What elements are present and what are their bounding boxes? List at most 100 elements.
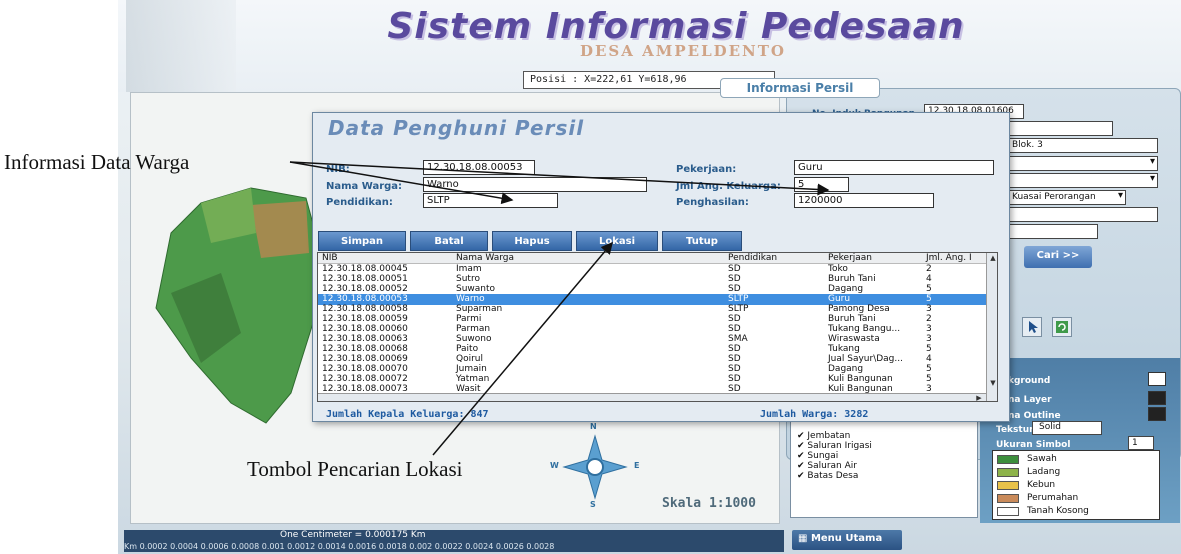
layer-item-label: Jembatan bbox=[807, 431, 851, 441]
compass-east: E bbox=[634, 461, 640, 470]
map-scale-label: Skala 1:1000 bbox=[662, 496, 756, 511]
check-icon[interactable]: ✔ bbox=[797, 461, 807, 471]
compass-south: S bbox=[590, 500, 596, 509]
layer-item[interactable]: ✔ Saluran Air bbox=[797, 461, 857, 471]
dialog-title: Data Penghuni Persil bbox=[328, 116, 585, 140]
layer-color-label: na Layer bbox=[1008, 395, 1052, 405]
map-region[interactable] bbox=[201, 188, 256, 243]
symbol-label: Ladang bbox=[1027, 467, 1061, 477]
symbol-swatch bbox=[997, 468, 1019, 477]
nib-field[interactable]: 12.30.18.08.00053 bbox=[423, 160, 535, 175]
table-header-cell[interactable]: Pekerjaan bbox=[828, 253, 872, 263]
layer-item[interactable]: ✔ Sungai bbox=[797, 451, 838, 461]
symbol-item[interactable]: Perumahan bbox=[997, 493, 1157, 504]
layer-color-swatch[interactable] bbox=[1148, 391, 1166, 405]
check-icon[interactable]: ✔ bbox=[797, 431, 807, 441]
layer-list[interactable]: ✔ Jembatan ✔ Saluran Irigasi ✔ Sungai ✔ Sal… bbox=[790, 410, 978, 518]
symbol-swatch bbox=[997, 455, 1019, 464]
table-header-cell[interactable]: Pendidikan bbox=[728, 253, 777, 263]
layer-item-label: Saluran Irigasi bbox=[807, 441, 872, 451]
pendidikan-label: Pendidikan: bbox=[326, 197, 393, 208]
info-field-blank[interactable] bbox=[1008, 121, 1113, 136]
symbol-label: Perumahan bbox=[1027, 493, 1079, 503]
check-icon[interactable]: ✔ bbox=[797, 451, 807, 461]
info-field-blank[interactable] bbox=[1008, 207, 1158, 222]
layer-item-label: Sungai bbox=[807, 451, 839, 461]
symbol-item[interactable]: Kebun bbox=[997, 480, 1157, 491]
ukuran-label: Ukuran Simbol bbox=[996, 440, 1071, 450]
jumlah-warga: Jumlah Warga: 3282 bbox=[760, 409, 869, 420]
blok-field[interactable]: Blok. 3 bbox=[1008, 138, 1158, 153]
warga-table[interactable]: NIB Nama Warga Pendidikan Pekerjaan Jml. Ang… bbox=[317, 252, 998, 402]
symbol-item[interactable]: Sawah bbox=[997, 454, 1157, 465]
nama-warga-field[interactable]: Warno bbox=[423, 177, 647, 192]
map-region[interactable] bbox=[251, 201, 309, 258]
layer-item-label: Saluran Air bbox=[807, 461, 857, 471]
symbol-label: Sawah bbox=[1027, 454, 1057, 464]
background-color-swatch[interactable] bbox=[1148, 372, 1166, 386]
lokasi-button[interactable]: Lokasi bbox=[576, 231, 658, 251]
table-header-cell[interactable]: Jml. Ang. I bbox=[926, 253, 972, 263]
tekstur-select[interactable]: Solid bbox=[1032, 421, 1102, 435]
symbol-label: Tanah Kosong bbox=[1027, 506, 1089, 516]
scale-ticks: Km 0.0002 0.0004 0.0006 0.0008 0.001 0.0… bbox=[124, 542, 555, 551]
annotation-tombol: Tombol Pencarian Lokasi bbox=[247, 457, 463, 481]
jumlah-kepala-keluarga: Jumlah Kepala Keluarga: 847 bbox=[326, 409, 489, 420]
hapus-button[interactable]: Hapus bbox=[492, 231, 572, 251]
layer-item[interactable]: ✔ Jembatan bbox=[797, 431, 850, 441]
scroll-right-icon[interactable]: ▶ bbox=[974, 394, 984, 401]
nib-label: NIB: bbox=[326, 164, 350, 175]
symbol-item[interactable]: Ladang bbox=[997, 467, 1157, 478]
app-subtitle: DESA AMPELDENTO bbox=[579, 42, 786, 60]
scroll-down-icon[interactable]: ▼ bbox=[988, 379, 997, 389]
symbol-label: Kebun bbox=[1027, 480, 1056, 490]
tutup-button[interactable]: Tutup bbox=[662, 231, 742, 251]
background-label: kground bbox=[1008, 376, 1051, 386]
penghasilan-field[interactable]: 1200000 bbox=[794, 193, 934, 208]
menu-utama-button[interactable]: ▦ Menu Utama bbox=[792, 530, 902, 550]
menu-utama-label: Menu Utama bbox=[810, 533, 883, 544]
table-header-cell[interactable]: NIB bbox=[322, 253, 338, 263]
tool-strip bbox=[1010, 315, 1100, 341]
symbol-list[interactable]: Sawah Ladang Kebun Perumahan Tanah Kosong bbox=[992, 450, 1160, 520]
symbol-swatch bbox=[997, 481, 1019, 490]
check-icon[interactable]: ✔ bbox=[797, 441, 807, 451]
tekstur-label: Tekstur bbox=[996, 425, 1034, 435]
table-header: NIB Nama Warga Pendidikan Pekerjaan Jml. Ang… bbox=[318, 253, 986, 264]
kuasa-select[interactable]: Kuasai Perorangan bbox=[1008, 190, 1126, 205]
app-title: Sistem Informasi Pedesaan bbox=[387, 6, 965, 47]
jml-keluarga-field[interactable]: 5 bbox=[794, 177, 849, 192]
check-icon[interactable]: ✔ bbox=[797, 471, 807, 481]
scroll-up-icon[interactable]: ▲ bbox=[988, 254, 997, 264]
scale-centimeter-label: One Centimeter = 0.000175 Km bbox=[280, 530, 426, 540]
info-field-blank[interactable] bbox=[1008, 224, 1098, 239]
info-select-2[interactable] bbox=[1008, 173, 1158, 188]
info-select-1[interactable] bbox=[1008, 156, 1158, 171]
menu-icon: ▦ bbox=[798, 533, 811, 544]
jml-keluarga-label: Jml Ang. Keluarga: bbox=[676, 181, 781, 192]
header-decoration bbox=[126, 0, 236, 92]
layer-item[interactable]: ✔ Saluran Irigasi bbox=[797, 441, 872, 451]
symbol-swatch bbox=[997, 507, 1019, 516]
nama-warga-label: Nama Warga: bbox=[326, 181, 403, 192]
symbol-item[interactable]: Tanah Kosong bbox=[997, 506, 1157, 517]
pendidikan-field[interactable]: SLTP bbox=[423, 193, 558, 208]
penghasilan-label: Penghasilan: bbox=[676, 197, 749, 208]
cari-button[interactable]: Cari >> bbox=[1024, 246, 1092, 268]
refresh-icon[interactable] bbox=[1052, 317, 1072, 337]
pekerjaan-field[interactable]: Guru bbox=[794, 160, 994, 175]
vertical-scrollbar[interactable]: ▲ ▼ bbox=[986, 253, 997, 401]
simpan-button[interactable]: Simpan bbox=[318, 231, 406, 251]
symbol-swatch bbox=[997, 494, 1019, 503]
horizontal-scrollbar[interactable]: ▶ bbox=[318, 393, 986, 401]
compass-rose: N S E W bbox=[540, 422, 650, 522]
compass-west: W bbox=[550, 461, 559, 470]
pointer-icon[interactable] bbox=[1022, 317, 1042, 337]
outline-color-swatch[interactable] bbox=[1148, 407, 1166, 421]
ukuran-stepper[interactable]: 1 bbox=[1128, 436, 1154, 450]
batal-button[interactable]: Batal bbox=[410, 231, 488, 251]
layer-item[interactable]: ✔ Batas Desa bbox=[797, 471, 858, 481]
pekerjaan-label: Pekerjaan: bbox=[676, 164, 737, 175]
table-header-cell[interactable]: Nama Warga bbox=[456, 253, 514, 263]
layer-item-label: Batas Desa bbox=[807, 471, 859, 481]
